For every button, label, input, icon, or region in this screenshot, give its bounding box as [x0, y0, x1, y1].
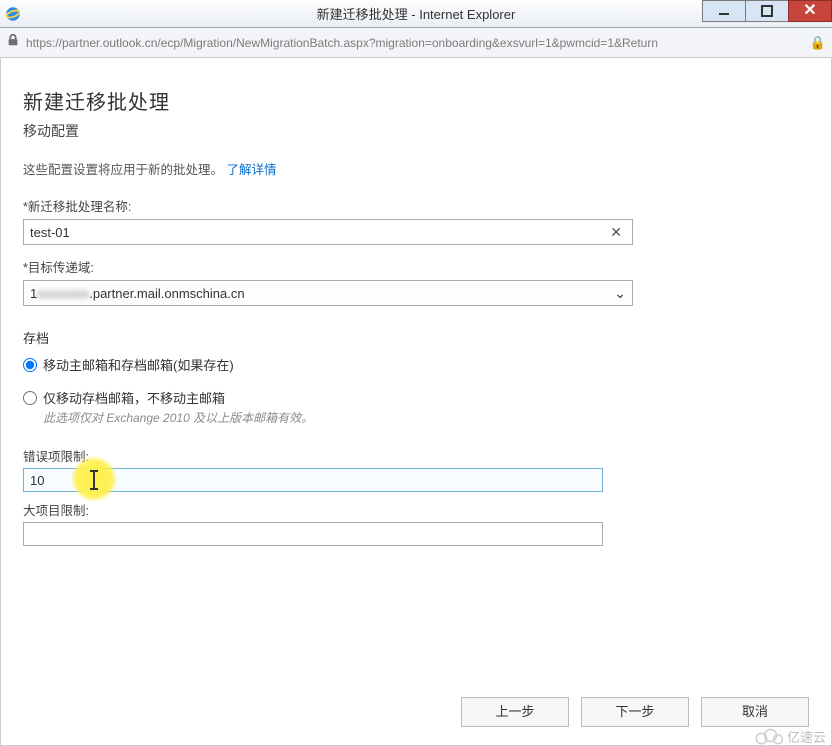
bad-item-limit-label: 错误项限制: [23, 446, 809, 465]
page-content: 新建迁移批处理 移动配置 这些配置设置将应用于新的批处理。 了解详情 *新迁移批… [0, 58, 832, 746]
archive-section-label: 存档 [23, 328, 809, 347]
large-item-limit-input[interactable] [23, 522, 603, 546]
chevron-down-icon: ⌄ [614, 285, 626, 302]
back-button[interactable]: 上一步 [461, 697, 569, 727]
batch-name-input[interactable] [30, 225, 606, 240]
next-button[interactable]: 下一步 [581, 697, 689, 727]
window-close-button[interactable]: ✕ [788, 0, 832, 22]
window-maximize-button[interactable] [745, 0, 789, 22]
watermark-icon [754, 728, 784, 746]
target-domain-select[interactable]: 1xxxxxxxx.partner.mail.onmschina.cn ⌄ [23, 280, 633, 306]
page-title: 新建迁移批处理 [23, 86, 809, 115]
window-controls: ✕ [703, 0, 832, 22]
refresh-icon[interactable]: 🔒 [810, 35, 826, 51]
lock-icon [6, 33, 20, 52]
address-bar[interactable]: https://partner.outlook.cn/ecp/Migration… [0, 28, 832, 58]
archive-option-both[interactable]: 移动主邮箱和存档邮箱(如果存在) [23, 355, 809, 374]
learn-more-link[interactable]: 了解详情 [227, 163, 277, 177]
ie-app-icon [0, 5, 26, 23]
batch-name-label: *新迁移批处理名称: [23, 196, 809, 215]
window-minimize-button[interactable] [702, 0, 746, 22]
watermark: 亿速云 [754, 727, 826, 746]
archive-option-only-label: 仅移动存档邮箱，不移动主邮箱 [43, 388, 225, 407]
page-description: 这些配置设置将应用于新的批处理。 了解详情 [23, 159, 809, 178]
footer-buttons: 上一步 下一步 取消 [461, 697, 809, 727]
archive-option-both-label: 移动主邮箱和存档邮箱(如果存在) [43, 355, 234, 374]
archive-option-both-radio[interactable] [23, 358, 37, 372]
archive-option-only[interactable]: 仅移动存档邮箱，不移动主邮箱 [23, 388, 809, 407]
target-domain-label: *目标传递域: [23, 257, 809, 276]
bad-item-limit-input[interactable] [23, 468, 603, 492]
url-text: https://partner.outlook.cn/ecp/Migration… [26, 36, 804, 50]
target-domain-value: 1xxxxxxxx.partner.mail.onmschina.cn [30, 286, 245, 301]
clear-input-icon[interactable]: ✕ [606, 224, 626, 241]
batch-name-field[interactable]: ✕ [23, 219, 633, 245]
large-item-limit-label: 大项目限制: [23, 500, 809, 519]
text-cursor-icon [93, 471, 95, 489]
archive-option-only-radio[interactable] [23, 391, 37, 405]
window-titlebar: 新建迁移批处理 - Internet Explorer ✕ [0, 0, 832, 28]
watermark-text: 亿速云 [787, 727, 826, 746]
archive-option-only-note: 此选项仅对 Exchange 2010 及以上版本邮箱有效。 [43, 409, 809, 426]
page-subtitle: 移动配置 [23, 121, 809, 141]
cancel-button[interactable]: 取消 [701, 697, 809, 727]
